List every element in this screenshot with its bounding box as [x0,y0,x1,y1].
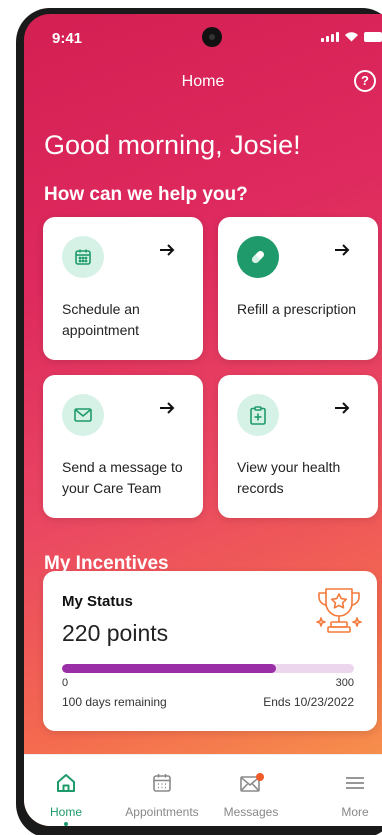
help-button[interactable]: ? [354,70,376,92]
front-camera [202,27,222,47]
status-icons [321,31,382,42]
arrow-right-icon [160,402,175,414]
schedule-appointment-card[interactable]: Schedule an appointment [43,217,203,360]
tab-label: More [341,805,369,819]
bottom-tab-bar: Home Appointments Messages More [24,754,382,826]
progress-min-label: 0 [62,677,69,689]
send-message-card[interactable]: Send a message to your Care Team [43,375,203,518]
page-title: Home [181,73,225,90]
status-time: 9:41 [52,30,83,47]
active-tab-indicator [64,822,68,826]
tab-label: Messages [223,805,279,819]
points-progress-fill [62,664,277,673]
end-date: Ends 10/23/2022 [263,695,354,709]
action-label: Refill a prescription [237,301,357,317]
status-label: My Status [62,593,133,610]
calendar-icon [62,236,104,278]
greeting: Good morning, Josie! [44,130,301,160]
tab-label: Appointments [125,805,199,819]
unread-badge [256,773,264,781]
battery-icon [364,32,382,42]
tab-more[interactable]: More [310,755,382,826]
refill-prescription-card[interactable]: Refill a prescription [218,217,378,360]
action-label: Schedule an appointment [62,301,140,338]
signal-icon [321,32,339,42]
hamburger-icon [310,772,382,794]
trophy-icon [316,588,362,633]
wifi-icon [345,32,358,42]
envelope-icon [62,394,104,436]
action-label: View your health records [237,459,341,496]
action-label: Send a message to your Care Team [62,459,183,496]
days-remaining: 100 days remaining [62,695,167,709]
status-bar: 9:41 [24,14,382,60]
points-value: 220 points [62,620,169,646]
points-progress-bar [62,664,354,673]
envelope-icon [206,772,296,794]
pill-icon [237,236,279,278]
tab-home[interactable]: Home [24,755,111,826]
home-icon [24,772,111,794]
clipboard-plus-icon [237,394,279,436]
arrow-right-icon [335,244,350,256]
arrow-right-icon [160,244,175,256]
progress-max-label: 300 [335,677,354,689]
incentives-card[interactable]: My Status 220 points 0 300 100 days rema… [43,571,377,731]
tab-messages[interactable]: Messages [206,755,296,826]
top-bar: Home ? [24,70,382,96]
arrow-right-icon [335,402,350,414]
app-screen: 9:41 Home ? Good morning, Josie! How can… [24,14,382,826]
help-section-title: How can we help you? [44,184,248,205]
tab-appointments[interactable]: Appointments [117,755,207,826]
view-health-records-card[interactable]: View your health records [218,375,378,518]
calendar-icon [117,772,207,794]
tab-label: Home [49,805,82,819]
